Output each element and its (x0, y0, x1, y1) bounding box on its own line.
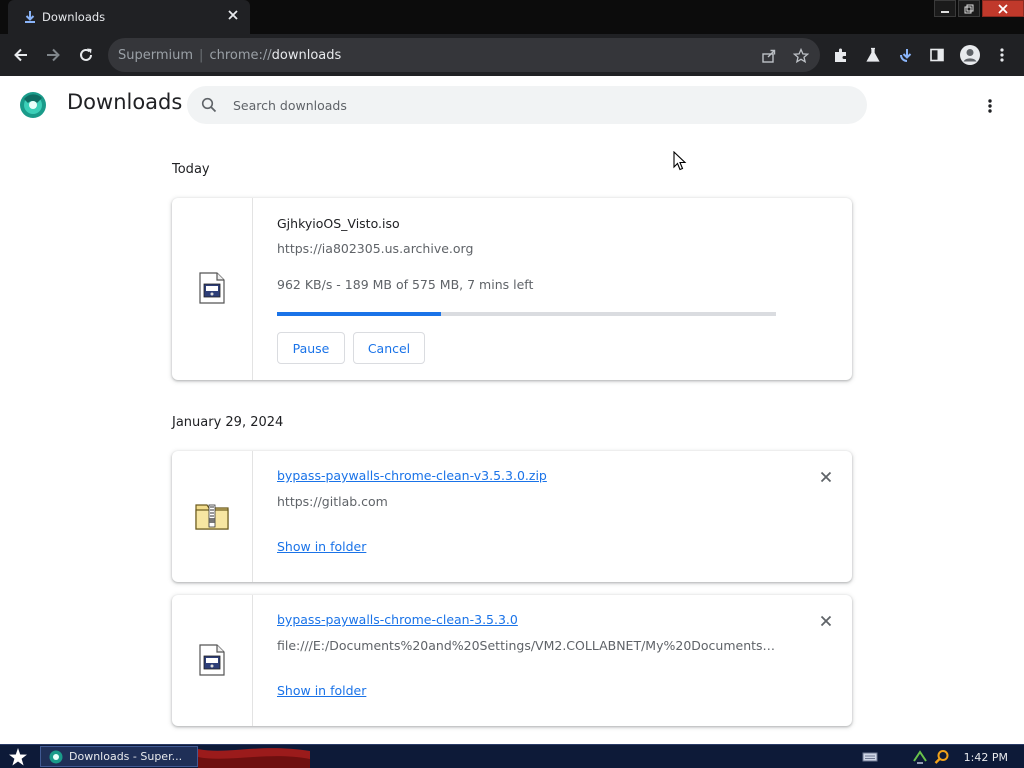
file-icon-column (172, 595, 253, 726)
forward-arrow-icon (47, 48, 60, 62)
back-button[interactable] (11, 45, 31, 65)
browser-toolbar: Supermium | chrome://downloads (0, 34, 1024, 76)
avatar-icon (960, 45, 980, 65)
file-name: GjhkyioOS_Visto.iso (277, 216, 400, 231)
cancel-button[interactable]: Cancel (353, 332, 425, 364)
side-panel-button[interactable] (927, 45, 947, 65)
download-item: GjhkyioOS_Visto.iso https://ia802305.us.… (172, 198, 852, 380)
pause-button[interactable]: Pause (277, 332, 345, 364)
downloads-header: Downloads (0, 76, 1024, 132)
download-progress-icon (900, 49, 912, 62)
search-tray-button[interactable] (934, 749, 950, 765)
file-source-url: https://gitlab.com (277, 494, 388, 509)
close-tab-icon[interactable] (226, 8, 240, 22)
search-input[interactable] (233, 95, 833, 115)
download-progress-bar (277, 312, 776, 316)
file-source-url: file:///E:/Documents%20and%20Settings/VM… (277, 638, 777, 653)
file-source-url: https://ia802305.us.archive.org (277, 241, 474, 256)
mouse-cursor-icon (673, 151, 687, 171)
download-icon (25, 11, 35, 23)
taskbar-decoration (198, 748, 310, 768)
taskbar-item-label: Downloads - Super... (69, 750, 183, 763)
magnifier-icon (934, 750, 949, 764)
os-taskbar: Downloads - Super... 1:42 PM (0, 744, 1024, 768)
bookmark-button[interactable] (792, 47, 810, 65)
show-in-folder-link[interactable]: Show in folder (277, 683, 366, 698)
more-vert-icon (988, 99, 992, 113)
address-app-name: Supermium (118, 48, 194, 63)
profile-button[interactable] (958, 43, 982, 67)
address-separator: | (199, 48, 204, 63)
star-start-icon (9, 748, 27, 766)
window-controls (934, 0, 1024, 18)
close-icon (820, 615, 832, 627)
close-icon (820, 471, 832, 483)
keyboard-tray-button[interactable] (862, 749, 878, 765)
flask-icon (866, 47, 880, 62)
browser-logo-small-icon (49, 750, 63, 763)
remove-from-list-button[interactable] (818, 469, 834, 485)
download-progress-fill (277, 312, 442, 316)
keyboard-icon (862, 752, 878, 762)
search-bar[interactable] (187, 86, 867, 124)
show-in-folder-link[interactable]: Show in folder (277, 539, 366, 554)
disc-image-file-icon (199, 272, 225, 304)
file-icon-column (172, 451, 253, 582)
browser-menu-button[interactable] (992, 45, 1012, 65)
taskbar-item-downloads[interactable]: Downloads - Super... (40, 746, 198, 767)
address-path: downloads (271, 48, 342, 63)
tab-downloads[interactable]: Downloads (8, 0, 250, 34)
generic-file-icon (199, 644, 225, 676)
address-scheme: chrome:// (209, 48, 272, 63)
minimize-button[interactable] (934, 0, 956, 17)
extensions-button[interactable] (831, 45, 851, 65)
kebab-menu-icon (1000, 48, 1004, 62)
restore-button[interactable] (958, 0, 980, 17)
remove-from-list-button[interactable] (818, 613, 834, 629)
start-button[interactable] (4, 746, 32, 768)
forward-button[interactable] (43, 45, 63, 65)
downloads-toolbar-button[interactable] (897, 45, 917, 65)
minimize-icon (941, 10, 949, 13)
system-tray: 1:42 PM (862, 745, 1024, 768)
taskbar-clock: 1:42 PM (963, 750, 1008, 764)
search-icon (201, 97, 217, 113)
share-icon (762, 49, 776, 63)
network-tray-button[interactable] (912, 749, 928, 765)
side-panel-icon (930, 48, 944, 62)
page-title: Downloads (67, 90, 183, 114)
tab-strip: Downloads (0, 0, 1024, 34)
reload-icon (80, 48, 92, 61)
download-item: bypass-paywalls-chrome-clean-3.5.3.0 fil… (172, 595, 852, 726)
labs-button[interactable] (863, 45, 883, 65)
back-arrow-icon (14, 48, 27, 62)
file-name-link[interactable]: bypass-paywalls-chrome-clean-3.5.3.0 (277, 612, 518, 627)
network-icon (912, 750, 927, 764)
file-name-link[interactable]: bypass-paywalls-chrome-clean-v3.5.3.0.zi… (277, 468, 547, 483)
tab-title: Downloads (42, 10, 106, 24)
date-header-january-29: January 29, 2024 (172, 415, 284, 430)
download-item: bypass-paywalls-chrome-clean-v3.5.3.0.zi… (172, 451, 852, 582)
zip-folder-icon (195, 504, 229, 530)
reload-button[interactable] (76, 45, 96, 65)
address-bar[interactable]: Supermium | chrome://downloads (108, 38, 820, 72)
file-icon-column (172, 198, 253, 380)
star-icon (793, 48, 809, 64)
more-actions-button[interactable] (980, 94, 1000, 118)
download-status: 962 KB/s - 189 MB of 575 MB, 7 mins left (277, 277, 534, 292)
restore-icon (964, 4, 974, 13)
close-window-icon (998, 3, 1008, 14)
browser-logo-icon (20, 92, 46, 118)
date-header-today: Today (172, 162, 210, 177)
share-button[interactable] (760, 47, 778, 65)
puzzle-icon (835, 48, 846, 62)
close-window-button[interactable] (982, 0, 1024, 17)
